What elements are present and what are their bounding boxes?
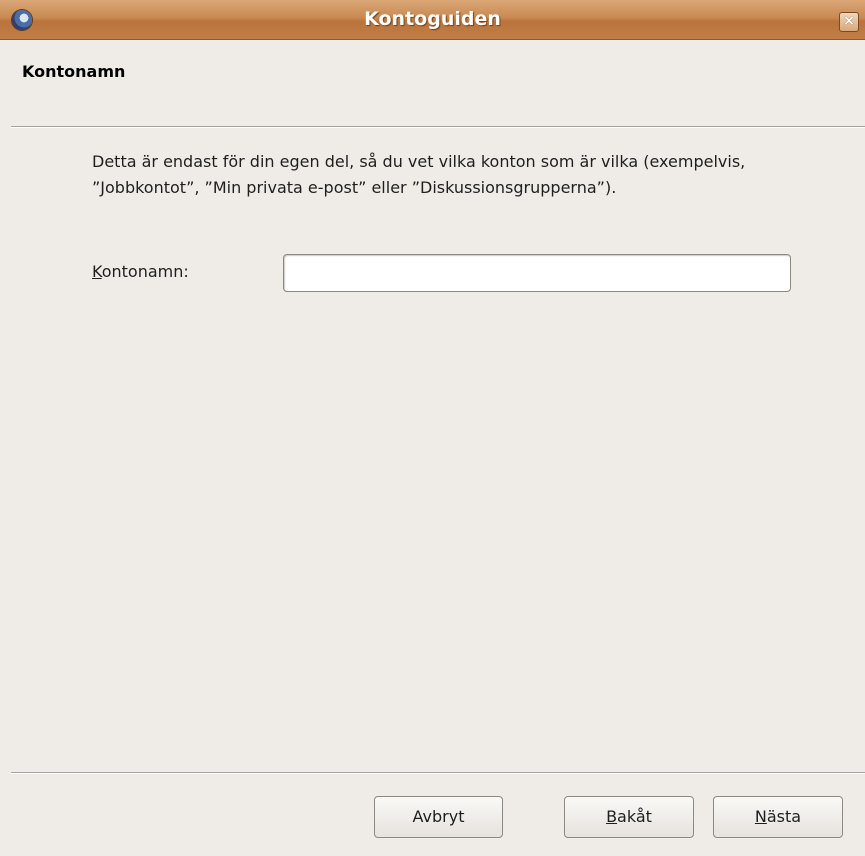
account-name-label-mnemonic: K — [92, 262, 102, 281]
cancel-button-label: Avbryt — [412, 807, 465, 826]
account-name-label-text: ontonamn: — [101, 262, 189, 281]
next-button[interactable]: Nästa — [713, 796, 843, 838]
next-button-label: ästa — [766, 807, 802, 826]
back-button-mnemonic: B — [606, 807, 618, 826]
next-button-mnemonic: N — [754, 807, 767, 826]
back-button[interactable]: Bakåt — [564, 796, 694, 838]
footer-divider — [11, 772, 865, 774]
page-title: Kontonamn — [22, 62, 126, 81]
account-wizard-dialog: Kontoguiden × Kontonamn Detta är endast … — [0, 0, 865, 856]
account-name-input[interactable] — [283, 254, 791, 292]
window-title: Kontoguiden — [364, 8, 501, 30]
close-icon[interactable]: × — [839, 12, 859, 32]
header-divider — [11, 126, 865, 128]
cancel-button[interactable]: Avbryt — [374, 796, 503, 838]
description-text: Detta är endast för din egen del, så du … — [92, 152, 746, 197]
back-button-label: akåt — [617, 807, 652, 826]
account-name-label: Kontonamn: — [92, 262, 189, 281]
title-bar[interactable]: Kontoguiden × — [0, 0, 865, 40]
